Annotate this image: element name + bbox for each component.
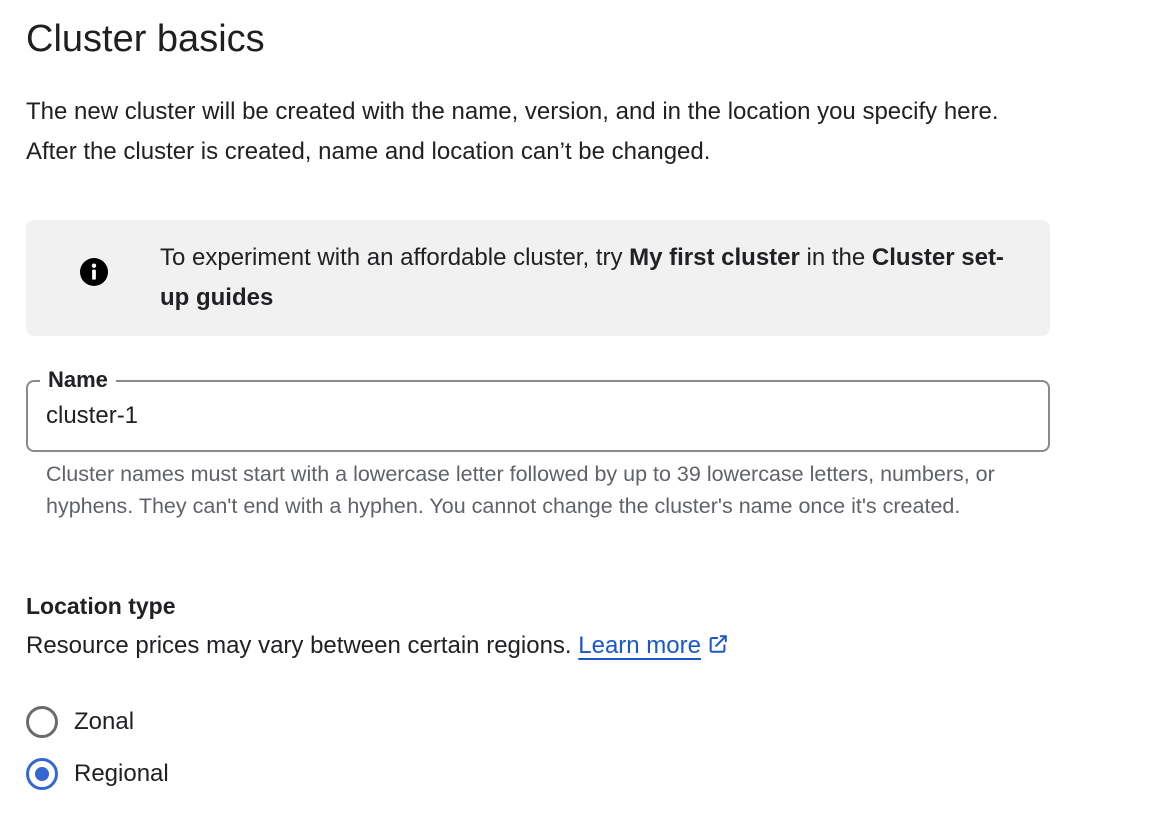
external-link-icon[interactable] xyxy=(707,633,729,655)
name-input[interactable] xyxy=(46,400,1006,432)
location-type-heading: Location type xyxy=(26,593,176,619)
info-bold-my-first-cluster: My first cluster xyxy=(629,244,800,271)
page-title: Cluster basics xyxy=(26,18,265,60)
radio-regional[interactable]: Regional xyxy=(26,756,169,792)
radio-label-zonal: Zonal xyxy=(74,708,135,735)
name-field-label: Name xyxy=(40,365,116,395)
radio-button-unchecked[interactable] xyxy=(26,706,58,738)
location-description-text: Resource prices may vary between certain… xyxy=(26,632,579,659)
learn-more-link[interactable]: Learn more xyxy=(578,632,701,659)
radio-zonal[interactable]: Zonal xyxy=(26,704,134,740)
info-text-part: To experiment with an affordable cluster… xyxy=(160,244,630,271)
name-helper-text: Cluster names must start with a lowercas… xyxy=(46,462,995,518)
info-banner: To experiment with an affordable cluster… xyxy=(26,220,1050,336)
intro-text: The new cluster will be created with the… xyxy=(26,98,999,165)
info-text: To experiment with an affordable cluster… xyxy=(160,238,1030,318)
info-icon xyxy=(80,258,108,286)
radio-button-checked[interactable] xyxy=(26,758,58,790)
location-type-description: Resource prices may vary between certain… xyxy=(26,628,729,664)
radio-label-regional: Regional xyxy=(74,760,169,787)
name-field: Name xyxy=(26,365,1050,452)
info-text-part: in the xyxy=(799,244,872,271)
